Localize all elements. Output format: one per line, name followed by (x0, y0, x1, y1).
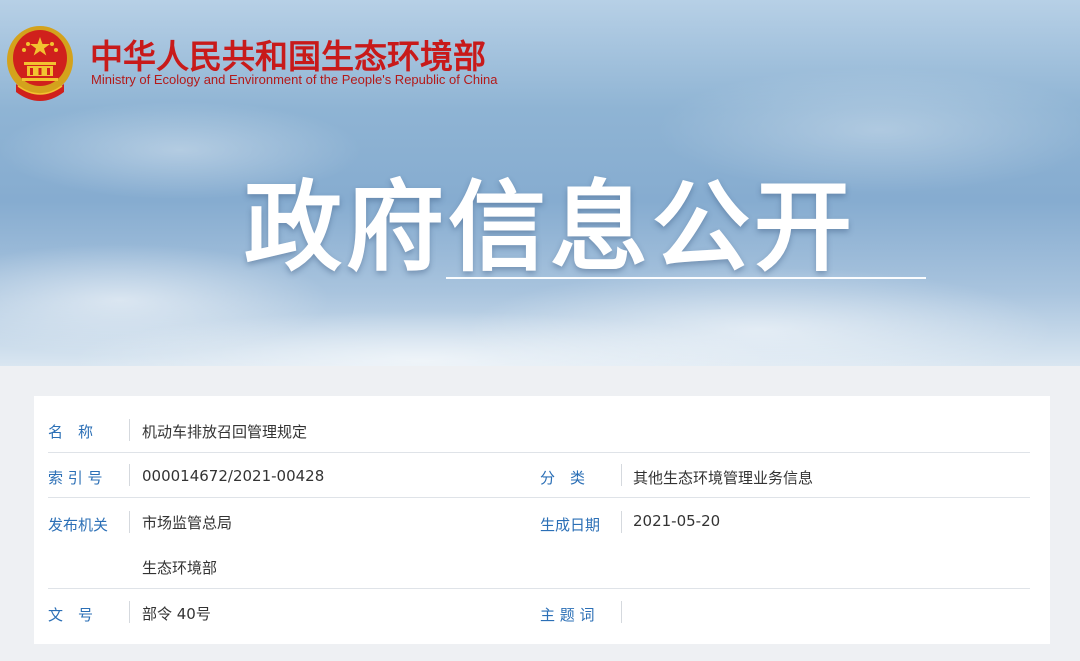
ministry-name-cn[interactable]: 中华人民共和国生态环境部 (90, 30, 486, 78)
name-value: 机动车排放召回管理规定 (142, 423, 308, 441)
doc-no-label: 文 号 (48, 606, 94, 624)
separator (621, 464, 622, 486)
title-divider (446, 277, 926, 279)
date-label: 生成日期 (540, 516, 601, 534)
name-label: 名 称 (48, 423, 94, 441)
category-value: 其他生态环境管理业务信息 (633, 469, 814, 487)
separator (129, 601, 130, 623)
separator (621, 601, 622, 623)
issuer-label: 发布机关 (48, 516, 109, 534)
info-row-index: 索 引 号 000014672/2021-00428 分 类 其他生态环境管理业… (48, 453, 1030, 498)
separator (621, 511, 622, 533)
issuer-value-2: 生态环境部 (142, 559, 218, 577)
keywords-label: 主 题 词 (540, 606, 595, 624)
info-row-name: 名 称 机动车排放召回管理规定 (48, 408, 1030, 453)
separator (129, 419, 130, 441)
index-value: 000014672/2021-00428 (142, 467, 325, 485)
ministry-name-en[interactable]: Ministry of Ecology and Environment of t… (91, 72, 497, 87)
national-emblem-icon (7, 26, 73, 101)
separator (129, 464, 130, 486)
issuer-value-1: 市场监管总局 (142, 514, 233, 532)
date-value: 2021-05-20 (633, 512, 721, 530)
category-label: 分 类 (540, 469, 586, 487)
info-row-docno: 文 号 部令 40号 主 题 词 (48, 589, 1030, 633)
doc-no-value: 部令 40号 (142, 605, 211, 623)
info-row-issuer: 发布机关 市场监管总局 生态环境部 生成日期 2021-05-20 (48, 498, 1030, 589)
separator (129, 511, 130, 533)
page-title: 政府信息公开 (244, 171, 857, 285)
header-banner: 中华人民共和国生态环境部 Ministry of Ecology and Env… (0, 0, 1080, 366)
index-label: 索 引 号 (48, 469, 103, 487)
info-card: 名 称 机动车排放召回管理规定 索 引 号 000014672/2021-004… (34, 396, 1050, 644)
